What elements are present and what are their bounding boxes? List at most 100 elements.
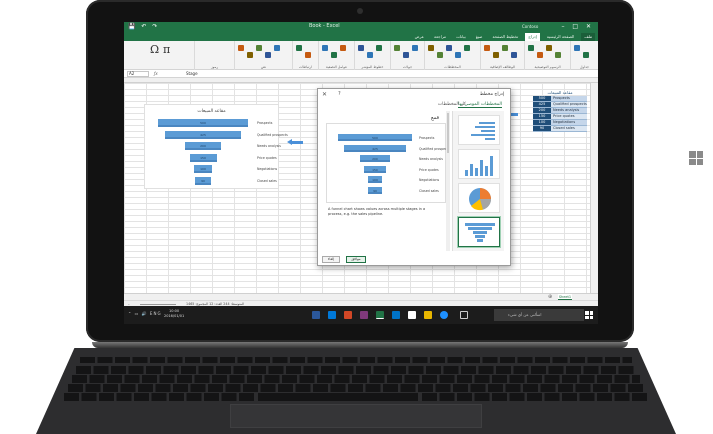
funnel-chart[interactable]: مقاعد المبيعات 500 Prospects 425 Qualified … xyxy=(144,104,288,189)
ribbon-command-icon[interactable] xyxy=(296,45,302,51)
windows-hardware-button-icon[interactable] xyxy=(689,151,703,165)
table-cell-label[interactable]: Prospects xyxy=(551,96,587,101)
title-bar: 💾 ↶ ↷ Book - Excel Contoso – □ ✕ xyxy=(124,22,598,33)
table-cell-value[interactable]: 425 xyxy=(533,102,551,107)
store-icon[interactable] xyxy=(408,311,416,319)
ribbon-command-icon[interactable] xyxy=(412,45,418,51)
table-cell-label[interactable]: Price quotes xyxy=(551,114,587,119)
table-cell-value[interactable]: 500 xyxy=(533,96,551,101)
table-cell-value[interactable]: 150 xyxy=(533,114,551,119)
funnel-bar[interactable]: 90 xyxy=(368,186,382,194)
thumbnail-funnel-chart[interactable] xyxy=(458,217,500,247)
tab-3[interactable]: تخطيط الصفحة xyxy=(489,33,521,41)
tab-7[interactable]: عرض xyxy=(412,33,427,41)
powerpoint-icon[interactable] xyxy=(344,311,352,319)
funnel-bar[interactable]: 100 xyxy=(367,176,383,183)
ribbon-command-icon[interactable] xyxy=(305,52,311,58)
ok-button[interactable]: موافق xyxy=(346,256,366,263)
word-icon[interactable] xyxy=(312,311,320,319)
funnel-bar[interactable]: 500 xyxy=(158,119,248,127)
quick-access-icons[interactable]: 💾 ↶ ↷ xyxy=(128,23,159,30)
table-cell-value[interactable]: 200 xyxy=(533,108,551,113)
ribbon-command-icon[interactable] xyxy=(274,45,280,51)
tab-6[interactable]: مراجعة xyxy=(431,33,449,41)
table-cell-label[interactable]: Qualified prospects xyxy=(551,102,587,107)
start-icon[interactable] xyxy=(585,311,593,319)
ribbon-command-icon[interactable] xyxy=(484,45,490,51)
ribbon-command-icon[interactable] xyxy=(256,45,262,51)
tab-1[interactable]: الصفحة الرئيسية xyxy=(544,33,578,41)
system-tray-icons[interactable]: ⌃ ▭ 🔊 ENG xyxy=(128,311,162,316)
ribbon-command-icon[interactable] xyxy=(340,45,346,51)
thumbnail-bar-chart[interactable] xyxy=(458,115,500,145)
spacebar xyxy=(258,393,418,401)
ribbon-command-icon[interactable] xyxy=(493,52,499,58)
outlook-icon[interactable] xyxy=(392,311,400,319)
ribbon-command-icon[interactable] xyxy=(446,45,452,51)
ribbon-command-icon[interactable] xyxy=(502,45,508,51)
skype-icon[interactable] xyxy=(328,311,336,319)
ribbon-command-icon[interactable] xyxy=(574,45,580,51)
ribbon-command-icon[interactable] xyxy=(528,45,534,51)
table-cell-label[interactable]: Negotiations xyxy=(551,120,587,125)
cancel-button[interactable]: إلغاء xyxy=(322,256,340,263)
funnel-bar[interactable]: 200 xyxy=(360,155,390,162)
search-input[interactable]: اسألني عن أي شيء xyxy=(494,309,584,321)
ribbon-command-icon[interactable] xyxy=(247,52,253,58)
table-row[interactable]: 90 Closed sales xyxy=(533,126,587,132)
table-cell-value[interactable]: 100 xyxy=(533,120,551,125)
name-box[interactable]: A2 xyxy=(127,71,149,77)
scrollbar[interactable] xyxy=(446,111,450,251)
ribbon-command-icon[interactable] xyxy=(238,45,244,51)
ribbon-command-icon[interactable] xyxy=(437,52,443,58)
ribbon-command-icon[interactable] xyxy=(455,52,461,58)
tab-2[interactable]: إدراج xyxy=(525,33,540,41)
formula-input[interactable]: Stage xyxy=(186,71,198,76)
ribbon-command-icon[interactable] xyxy=(358,45,364,51)
table-cell-value[interactable]: 90 xyxy=(533,126,551,131)
ribbon-command-icon[interactable] xyxy=(546,45,552,51)
funnel-bar[interactable]: 100 xyxy=(194,165,212,173)
onenote-icon[interactable] xyxy=(360,311,368,319)
help-icon[interactable]: ? xyxy=(338,91,341,97)
fx-icon[interactable]: ƒx xyxy=(154,71,158,76)
thumbnail-column-chart[interactable] xyxy=(458,149,500,179)
edge-icon[interactable] xyxy=(440,311,448,319)
zoom-slider[interactable] xyxy=(140,304,176,305)
funnel-bar[interactable]: 90 xyxy=(194,176,212,185)
thumbnail-pie-chart[interactable] xyxy=(458,183,500,213)
ribbon-command-icon[interactable] xyxy=(428,45,434,51)
funnel-bar[interactable]: 200 xyxy=(185,142,221,150)
ribbon-command-icon[interactable] xyxy=(403,52,409,58)
funnel-bar[interactable]: 150 xyxy=(189,153,217,162)
ribbon-command-icon[interactable] xyxy=(376,45,382,51)
tab-4[interactable]: صيغ xyxy=(473,33,486,41)
tab-all-charts[interactable]: كل المخططات xyxy=(438,102,466,107)
ribbon-command-icon[interactable] xyxy=(464,45,470,51)
ribbon-command-icon[interactable] xyxy=(583,52,589,58)
funnel-bar[interactable]: 425 xyxy=(164,130,242,139)
excel-icon[interactable] xyxy=(376,311,384,319)
funnel-bar[interactable]: 150 xyxy=(363,165,387,173)
symbol-icon[interactable]: Ω xyxy=(150,43,159,56)
ribbon-command-icon[interactable] xyxy=(537,52,543,58)
task-view-icon[interactable] xyxy=(460,311,468,319)
tab-0[interactable]: ملف xyxy=(581,33,595,41)
table-cell-label[interactable]: Closed sales xyxy=(551,126,587,131)
file-explorer-icon[interactable] xyxy=(424,311,432,319)
equation-icon[interactable]: π xyxy=(163,43,170,56)
ribbon-command-icon[interactable] xyxy=(265,52,271,58)
funnel-bar[interactable]: 500 xyxy=(338,134,412,141)
user-name[interactable]: Contoso xyxy=(522,24,538,29)
ribbon-command-icon[interactable] xyxy=(367,52,373,58)
tab-5[interactable]: بيانات xyxy=(453,33,469,41)
funnel-bar[interactable]: 425 xyxy=(343,144,407,152)
ribbon-command-icon[interactable] xyxy=(322,45,328,51)
ribbon-command-icon[interactable] xyxy=(331,52,337,58)
ribbon-command-icon[interactable] xyxy=(555,52,561,58)
ribbon-command-icon[interactable] xyxy=(394,45,400,51)
close-icon[interactable]: ✕ xyxy=(322,91,327,98)
table-cell-label[interactable]: Needs analysis xyxy=(551,108,587,113)
window-controls-icon[interactable]: – □ ✕ xyxy=(561,23,594,30)
ribbon-command-icon[interactable] xyxy=(511,52,517,58)
